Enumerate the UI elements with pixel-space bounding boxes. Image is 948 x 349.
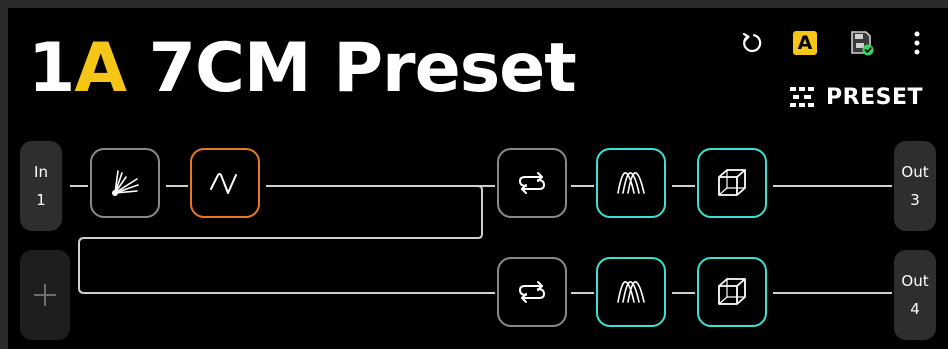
undo-icon: [742, 32, 762, 53]
loop-icon: [519, 281, 545, 303]
preset-title: 1A 7CM Preset: [28, 29, 577, 108]
output-b-label: Out: [901, 272, 929, 290]
reverb-wave-icon: [617, 281, 645, 303]
save-button[interactable]: [845, 26, 879, 60]
filter-icon: [210, 173, 237, 194]
preset-bank: A: [74, 29, 127, 108]
block-reverb-a[interactable]: [596, 148, 666, 218]
preset-number: 1: [28, 29, 75, 108]
input-endpoint[interactable]: In 1: [20, 141, 62, 231]
output-endpoint-b[interactable]: Out 4: [894, 250, 936, 340]
block-gate[interactable]: [90, 148, 160, 218]
gate-icon: [112, 170, 139, 196]
output-a-number: 3: [910, 191, 920, 209]
block-loop-b[interactable]: [497, 257, 567, 327]
undo-button[interactable]: [735, 26, 769, 60]
preset-view-label: PRESET: [826, 84, 923, 110]
input-label: In: [34, 163, 48, 181]
input-number: 1: [36, 191, 46, 209]
preset-name: 7CM Preset: [148, 29, 577, 108]
add-path-button[interactable]: [20, 250, 70, 340]
block-cab-b[interactable]: [697, 257, 767, 327]
cab-icon: [718, 169, 746, 196]
grid-layout-icon: [790, 87, 814, 107]
block-cab-a[interactable]: [697, 148, 767, 218]
output-b-number: 4: [910, 300, 920, 318]
save-icon: [851, 31, 874, 56]
output-a-label: Out: [901, 163, 929, 181]
preset-editor: 1A 7CM Preset A PRESET In 1 Out 3 Out 4: [8, 8, 948, 349]
output-endpoint-a[interactable]: Out 3: [894, 141, 936, 231]
plus-icon: [34, 284, 56, 306]
reverb-wave-icon: [617, 172, 645, 194]
block-loop-a[interactable]: [497, 148, 567, 218]
block-filter[interactable]: [190, 148, 260, 218]
bank-badge: A: [793, 31, 817, 55]
loop-icon: [519, 172, 545, 194]
snapshot-bank-button[interactable]: A: [788, 26, 822, 60]
preset-view-toggle[interactable]: PRESET: [790, 82, 923, 112]
block-reverb-b[interactable]: [596, 257, 666, 327]
cab-icon: [718, 278, 746, 305]
kebab-menu-icon: [914, 31, 920, 55]
more-menu-button[interactable]: [900, 26, 934, 60]
